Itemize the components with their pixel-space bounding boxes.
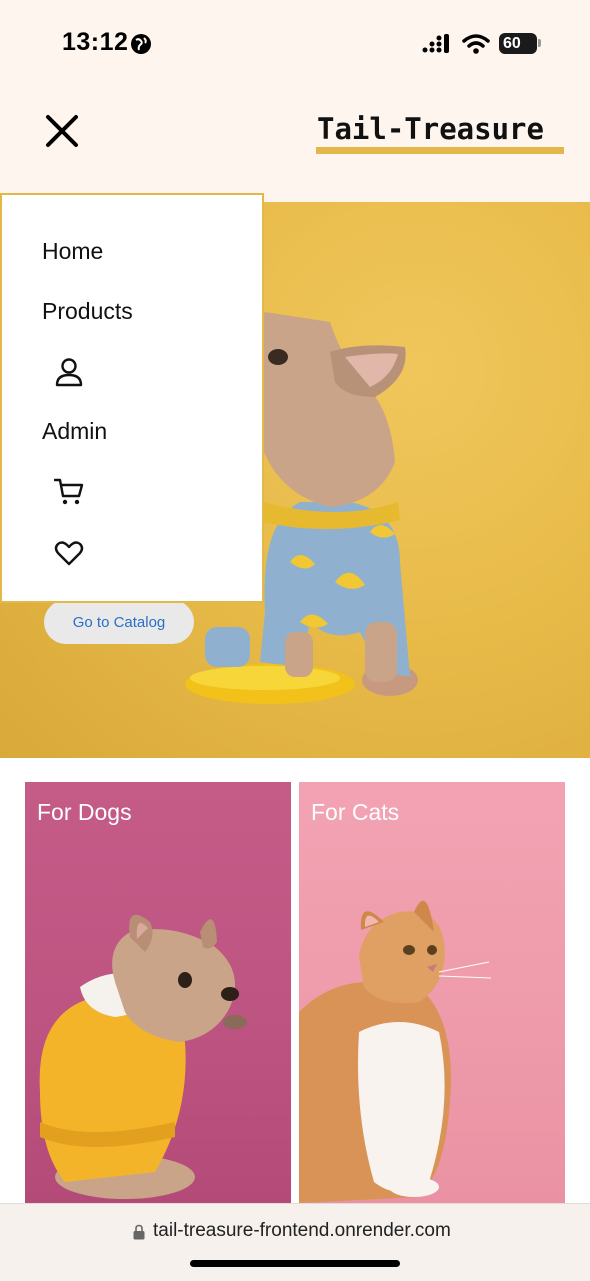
heart-icon[interactable] — [54, 538, 84, 568]
battery-indicator: 60 — [499, 33, 537, 54]
user-icon[interactable] — [54, 357, 84, 387]
category-card-cats[interactable]: For Cats — [299, 782, 565, 1203]
status-bar: 13:12 60 — [0, 0, 590, 90]
wifi-icon — [462, 34, 490, 54]
category-title-dogs: For Dogs — [37, 799, 132, 825]
category-card-dogs[interactable]: For Dogs — [25, 782, 291, 1203]
site-header — [0, 90, 590, 202]
go-to-catalog-button[interactable]: Go to Catalog — [44, 600, 194, 644]
ginger-cat-image — [299, 900, 492, 1203]
brand-logo[interactable]: Tail-Treasure — [317, 112, 544, 146]
category-title-cats: For Cats — [311, 799, 400, 825]
close-menu-icon[interactable] — [44, 113, 80, 149]
lock-icon — [133, 1224, 145, 1240]
signal-icon — [422, 34, 449, 53]
cart-icon[interactable] — [54, 477, 84, 507]
battery-tip — [538, 39, 541, 47]
dog-in-hoodie-image — [39, 914, 247, 1199]
browser-url-bar[interactable] — [0, 1203, 590, 1281]
menu-item-home[interactable]: Home — [42, 238, 103, 265]
status-time: 13:12 — [62, 28, 129, 56]
url-text[interactable]: tail-treasure-frontend.onrender.com — [153, 1220, 451, 1242]
brand-underline — [316, 147, 564, 154]
menu-item-products[interactable]: Products — [42, 298, 133, 325]
menu-item-admin[interactable]: Admin — [42, 418, 107, 445]
nav-dropdown-menu: Home Products Admin — [0, 193, 264, 603]
globe-icon — [131, 34, 151, 54]
home-indicator — [190, 1260, 400, 1267]
